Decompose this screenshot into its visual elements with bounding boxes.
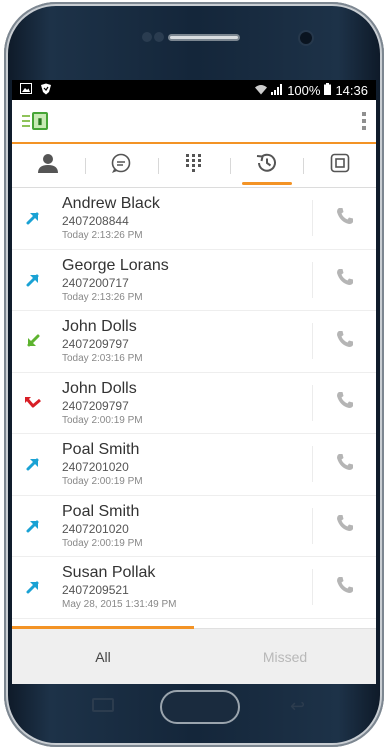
call-info: George Lorans 2407200717 Today 2:13:26 PM bbox=[50, 256, 312, 304]
outgoing-call-icon bbox=[12, 272, 50, 288]
bottom-filter-bar: All Missed bbox=[12, 626, 376, 684]
filter-missed-label: Missed bbox=[262, 648, 308, 665]
call-timestamp: Today 2:03:16 PM bbox=[62, 353, 143, 365]
contact-name: John Dolls bbox=[62, 379, 137, 397]
phone-icon bbox=[335, 575, 355, 600]
recent-apps-button[interactable] bbox=[92, 698, 114, 712]
phone-number: 2407201020 bbox=[62, 460, 129, 475]
tab-history[interactable] bbox=[230, 144, 303, 187]
phone-number: 2407200717 bbox=[62, 275, 129, 290]
clock: 14:36 bbox=[335, 82, 368, 98]
call-info: John Dolls 2407209797 Today 2:00:19 PM bbox=[50, 379, 312, 427]
phone-number: 2407209797 bbox=[62, 398, 129, 413]
contact-name: Susan Pollak bbox=[62, 564, 156, 582]
drawer-lines-icon bbox=[22, 115, 30, 127]
kebab-menu-icon[interactable] bbox=[362, 112, 366, 130]
earpiece-speaker bbox=[168, 34, 240, 41]
tab-voicemail[interactable] bbox=[303, 144, 376, 187]
outgoing-call-icon bbox=[12, 210, 50, 226]
app-bar: ▮ bbox=[12, 100, 376, 144]
call-info: Susan Pollak 2407209521 May 28, 2015 1:31:… bbox=[50, 563, 312, 611]
call-timestamp: Today 2:13:26 PM bbox=[62, 291, 143, 303]
call-row[interactable]: Poal Smith 2407201020 Today 2:00:19 PM bbox=[12, 496, 376, 557]
flag-logo-icon[interactable]: ▮ bbox=[22, 112, 48, 130]
phone-number: 2407208844 bbox=[62, 214, 129, 229]
phone-icon bbox=[335, 206, 355, 231]
incoming-call-icon bbox=[12, 333, 50, 349]
call-info: Poal Smith 2407201020 Today 2:00:19 PM bbox=[50, 502, 312, 550]
tab-dialpad[interactable] bbox=[157, 144, 231, 187]
missed-call-icon bbox=[12, 396, 50, 410]
outgoing-call-icon bbox=[12, 456, 50, 472]
phone-icon bbox=[335, 513, 355, 538]
call-info: John Dolls 2407209797 Today 2:03:16 PM bbox=[50, 317, 312, 365]
flag-icon: ▮ bbox=[32, 112, 48, 130]
call-button[interactable] bbox=[312, 507, 376, 544]
call-timestamp: May 28, 2015 1:31:49 PM bbox=[62, 599, 177, 611]
tab-chat[interactable] bbox=[84, 144, 158, 187]
app-screen: 100% 14:36 ▮ Andrew Black 2407208844 Tod… bbox=[12, 80, 376, 684]
wifi-icon bbox=[255, 83, 268, 98]
phone-icon bbox=[335, 390, 355, 415]
call-button[interactable] bbox=[312, 384, 376, 421]
call-info: Andrew Black 2407208844 Today 2:13:26 PM bbox=[50, 194, 312, 242]
status-bar: 100% 14:36 bbox=[12, 80, 376, 100]
call-row[interactable]: George Lorans 2407200717 Today 2:13:26 PM bbox=[12, 250, 376, 311]
call-row[interactable]: Poal Smith 2407201020 Today 2:00:19 PM bbox=[12, 434, 376, 496]
phone-number: 2407209521 bbox=[62, 583, 129, 598]
call-row[interactable]: John Dolls 2407209797 Today 2:00:19 PM bbox=[12, 373, 376, 434]
light-sensor bbox=[154, 32, 164, 42]
phone-number: 2407201020 bbox=[62, 521, 129, 536]
call-button[interactable] bbox=[312, 569, 376, 606]
front-camera bbox=[300, 32, 312, 44]
call-button[interactable] bbox=[312, 446, 376, 483]
call-row[interactable]: Susan Pollak 2407209521 May 28, 2015 1:31:… bbox=[12, 557, 376, 619]
device-nav-bar: ↩ bbox=[12, 684, 376, 736]
contact-name: John Dolls bbox=[62, 318, 137, 336]
call-timestamp: Today 2:13:26 PM bbox=[62, 230, 143, 242]
gallery-icon bbox=[20, 82, 32, 98]
battery-percent: 100% bbox=[287, 82, 321, 98]
battery-icon bbox=[324, 82, 332, 98]
shield-icon bbox=[40, 83, 52, 98]
call-row[interactable]: John Dolls 2407209797 Today 2:03:16 PM bbox=[12, 311, 376, 373]
tab-contacts[interactable] bbox=[12, 144, 85, 187]
call-timestamp: Today 2:00:19 PM bbox=[62, 414, 143, 426]
contact-name: Poal Smith bbox=[62, 441, 140, 459]
contact-name: Poal Smith bbox=[62, 502, 140, 520]
proximity-sensor bbox=[142, 32, 152, 42]
main-tabs bbox=[12, 144, 376, 188]
outgoing-call-icon bbox=[12, 518, 50, 534]
call-timestamp: Today 2:00:19 PM bbox=[62, 476, 143, 488]
history-icon bbox=[255, 152, 279, 180]
call-history-list[interactable]: Andrew Black 2407208844 Today 2:13:26 PM Ge… bbox=[12, 188, 376, 628]
filter-all-tab[interactable]: All bbox=[12, 626, 194, 684]
signal-icon bbox=[271, 83, 283, 98]
filter-missed-tab[interactable]: Missed bbox=[194, 629, 376, 684]
voicemail-icon bbox=[330, 153, 350, 179]
call-timestamp: Today 2:00:19 PM bbox=[62, 537, 143, 549]
call-row[interactable]: Andrew Black 2407208844 Today 2:13:26 PM bbox=[12, 188, 376, 250]
phone-icon bbox=[335, 267, 355, 292]
filter-all-label: All bbox=[95, 648, 111, 665]
dialpad-icon bbox=[185, 153, 203, 179]
contact-name: Andrew Black bbox=[62, 195, 160, 213]
call-button[interactable] bbox=[312, 261, 376, 298]
phone-icon bbox=[335, 329, 355, 354]
contact-name: George Lorans bbox=[62, 256, 169, 274]
contacts-icon bbox=[37, 152, 59, 180]
phone-icon bbox=[335, 452, 355, 477]
chat-icon bbox=[110, 152, 132, 180]
phone-number: 2407209797 bbox=[62, 337, 129, 352]
home-button[interactable] bbox=[160, 690, 240, 724]
outgoing-call-icon bbox=[12, 579, 50, 595]
call-button[interactable] bbox=[312, 323, 376, 360]
call-button[interactable] bbox=[312, 200, 376, 237]
back-button[interactable]: ↩ bbox=[290, 696, 305, 717]
call-info: Poal Smith 2407201020 Today 2:00:19 PM bbox=[50, 440, 312, 488]
